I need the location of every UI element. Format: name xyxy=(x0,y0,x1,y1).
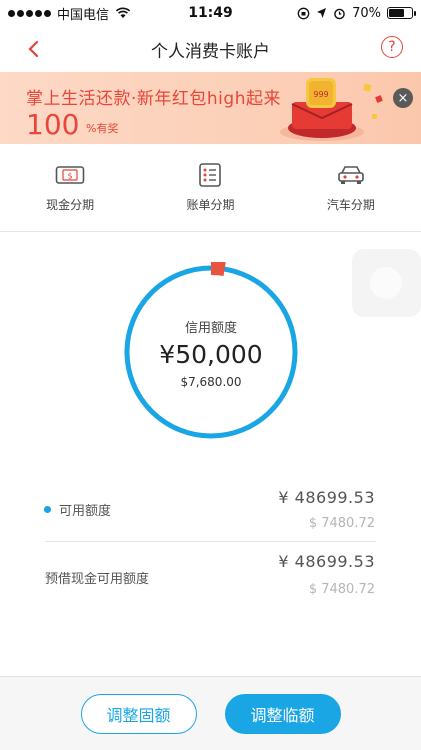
adjust-fixed-limit-button[interactable]: 调整固额 xyxy=(80,693,197,734)
page-title: 个人消费卡账户 xyxy=(151,41,270,62)
banner-headline: 掌上生活还款·新年红包high起来 xyxy=(26,89,281,109)
credit-limit-summary: 信用额度 ¥50,000 $7,680.00 xyxy=(121,262,301,442)
chevron-left-icon xyxy=(28,40,39,58)
divider xyxy=(45,541,376,542)
battery-percent: 70% xyxy=(352,5,381,21)
location-icon xyxy=(317,8,327,18)
available-limit-usd: $ 7480.72 xyxy=(308,516,375,531)
bill-list-icon xyxy=(195,162,225,188)
quick-nav-bill-installment[interactable]: 账单分期 xyxy=(140,144,280,231)
carrier-name: 中国电信 xyxy=(57,7,110,23)
svg-text:$: $ xyxy=(68,172,73,181)
adjust-temp-limit-button[interactable]: 调整临额 xyxy=(224,693,341,734)
available-limit-label: 可用额度 xyxy=(59,504,112,519)
car-icon xyxy=(336,162,366,188)
floating-assistant-button[interactable] xyxy=(352,249,421,317)
cash-advance-limit-usd: $ 7480.72 xyxy=(308,582,375,597)
back-button[interactable] xyxy=(18,34,48,64)
list-item: 可用额度 ¥ 48699.53 $ 7480.72 xyxy=(0,476,421,541)
quick-nav: $ 现金分期 账单分期 汽车分期 xyxy=(0,144,421,232)
credit-limit-usd: $7,680.00 xyxy=(180,375,242,389)
cash-advance-limit-label: 预借现金可用额度 xyxy=(45,572,150,587)
footer-actions: 调整固额 调整临额 xyxy=(0,676,421,750)
cash-advance-limit-value: ¥ 48699.53 xyxy=(278,552,375,571)
banner-close-button[interactable]: × xyxy=(393,88,413,108)
alarm-icon xyxy=(334,8,345,19)
battery-icon xyxy=(387,7,416,19)
quick-nav-cash-installment[interactable]: $ 现金分期 xyxy=(0,144,140,231)
quick-nav-car-installment[interactable]: 汽车分期 xyxy=(281,144,421,231)
help-button[interactable]: ? xyxy=(381,36,403,58)
banner-suffix: %有奖 xyxy=(86,122,119,135)
list-item: 预借现金可用额度 ¥ 48699.53 $ 7480.72 xyxy=(0,548,421,608)
quick-nav-label: 现金分期 xyxy=(46,198,95,212)
orientation-lock-icon xyxy=(297,7,310,19)
banner-art-label: 999 xyxy=(313,90,328,99)
signal-icon xyxy=(8,9,51,17)
nav-bar: 个人消费卡账户 ? xyxy=(0,26,421,72)
available-limit-value: ¥ 48699.53 xyxy=(278,488,375,507)
promo-banner[interactable]: 掌上生活还款·新年红包high起来 100 %有奖 999 × xyxy=(0,72,421,144)
available-dot-icon xyxy=(44,506,51,513)
banner-amount: 100 xyxy=(26,108,80,141)
credit-limit-label: 信用额度 xyxy=(184,321,237,336)
credit-limit-amount: ¥50,000 xyxy=(159,340,263,369)
wifi-icon xyxy=(115,7,131,18)
red-envelope-illustration: 999 xyxy=(280,78,383,141)
quick-nav-label: 账单分期 xyxy=(186,198,235,212)
cash-card-icon: $ xyxy=(55,162,85,188)
quick-nav-label: 汽车分期 xyxy=(326,198,375,212)
status-bar: 中国电信 11:49 70% xyxy=(0,0,421,26)
